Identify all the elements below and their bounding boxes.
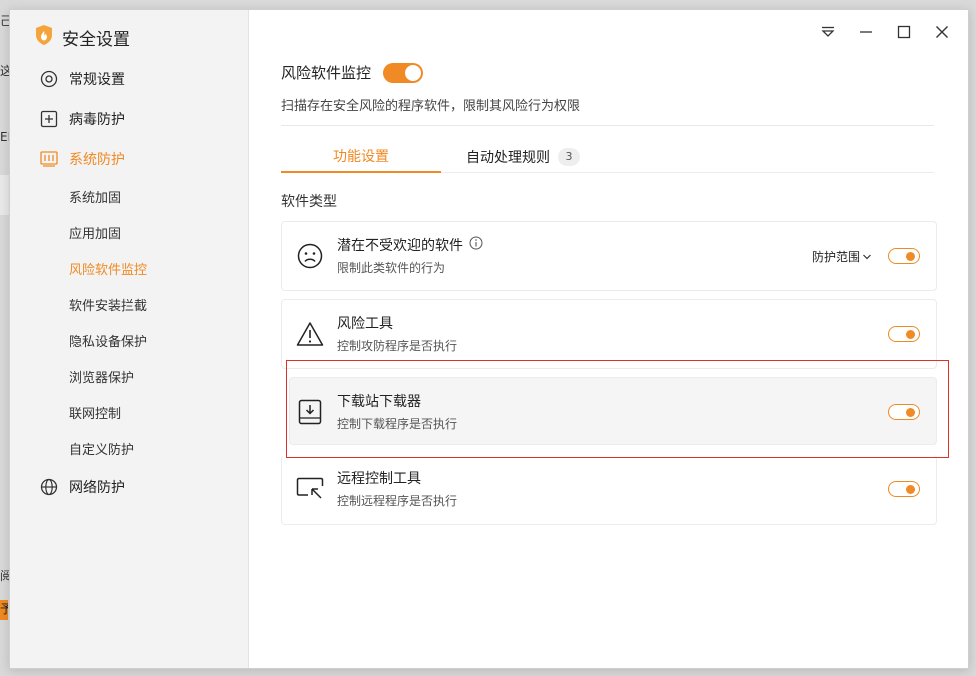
sidebar-item-network-protection[interactable]: 网络防护 (39, 472, 239, 502)
sidebar: 安全设置 常规设置 病毒防护 系统防护 系统加固 应用加固 风险软件监控 软件安… (10, 10, 249, 668)
divider (281, 125, 934, 126)
page-header: 风险软件监控 (281, 62, 424, 83)
sad-face-icon (296, 242, 324, 270)
tab-bar: 功能设置 自动处理规则 3 (281, 140, 934, 173)
protection-scope-dropdown[interactable]: 防护范围 (812, 248, 872, 265)
sidebar-subitem-custom-protect[interactable]: 自定义防护 (69, 434, 239, 462)
card-title: 风险工具 (337, 316, 393, 332)
sidebar-item-system-protection[interactable]: 系统防护 (39, 144, 239, 174)
sidebar-item-label: 常规设置 (69, 72, 125, 88)
globe-icon (39, 477, 59, 497)
risk-tools-toggle[interactable] (888, 326, 920, 342)
remote-control-toggle[interactable] (888, 481, 920, 497)
page-title: 风险软件监控 (281, 64, 372, 82)
sidebar-item-label: 网络防护 (69, 480, 125, 496)
card-description: 控制攻防程序是否执行 (337, 339, 458, 353)
card-title: 潜在不受欢迎的软件 (337, 235, 483, 255)
tab-auto-rules[interactable]: 自动处理规则 3 (453, 140, 593, 173)
highlight-annotation-box (286, 360, 949, 458)
sidebar-subitem-browser-protect[interactable]: 浏览器保护 (69, 362, 239, 390)
sidebar-subitem-risk-software-monitor[interactable]: 风险软件监控 (69, 254, 239, 282)
software-type-card: 远程控制工具 控制远程程序是否执行 (281, 455, 937, 525)
rules-count-badge: 3 (558, 147, 580, 166)
sidebar-subitem-system-hardening[interactable]: 系统加固 (69, 182, 239, 210)
sidebar-subitem-app-hardening[interactable]: 应用加固 (69, 218, 239, 246)
info-icon[interactable] (469, 236, 483, 254)
plus-square-icon (39, 109, 59, 129)
page-description: 扫描存在安全风险的程序软件，限制其风险行为权限 (281, 99, 581, 114)
main-panel: 风险软件监控 扫描存在安全风险的程序软件，限制其风险行为权限 功能设置 自动处理… (250, 10, 968, 668)
card-description: 控制远程程序是否执行 (337, 494, 458, 508)
background-strip (0, 175, 9, 215)
window-controls (820, 24, 950, 40)
software-type-card: 风险工具 控制攻防程序是否执行 (281, 299, 937, 369)
card-title: 远程控制工具 (337, 471, 421, 487)
gear-icon (39, 69, 59, 89)
tab-label: 功能设置 (333, 148, 389, 165)
system-protect-icon (39, 149, 59, 169)
maximize-icon[interactable] (896, 24, 912, 40)
sidebar-item-virus-protection[interactable]: 病毒防护 (39, 104, 239, 134)
sidebar-item-general[interactable]: 常规设置 (39, 64, 239, 94)
sidebar-subitem-install-block[interactable]: 软件安装拦截 (69, 290, 239, 318)
minimize-icon[interactable] (858, 24, 874, 40)
tab-feature-settings[interactable]: 功能设置 (281, 140, 441, 173)
warning-icon (296, 320, 324, 348)
window-title: 安全设置 (62, 29, 130, 50)
app-title: 安全设置 (34, 24, 130, 50)
sidebar-item-label: 病毒防护 (69, 112, 125, 128)
card-description: 限制此类软件的行为 (337, 261, 446, 275)
menu-dropdown-icon[interactable] (820, 24, 836, 40)
scope-label: 防护范围 (811, 250, 860, 264)
sidebar-subitem-network-control[interactable]: 联网控制 (69, 398, 239, 426)
tab-label: 自动处理规则 (466, 149, 550, 166)
software-type-card: 潜在不受欢迎的软件 限制此类软件的行为 防护范围 (281, 221, 937, 291)
shield-flame-logo-icon (34, 24, 54, 50)
card-title-text: 潜在不受欢迎的软件 (337, 238, 463, 254)
risk-monitor-master-toggle[interactable] (383, 62, 424, 83)
pua-toggle[interactable] (888, 248, 920, 264)
background-text: 予 (0, 600, 8, 620)
section-label: 软件类型 (281, 194, 337, 210)
sidebar-subitem-privacy-device[interactable]: 隐私设备保护 (69, 326, 239, 354)
chevron-down-icon (862, 250, 872, 264)
security-settings-window: 安全设置 常规设置 病毒防护 系统防护 系统加固 应用加固 风险软件监控 软件安… (9, 9, 969, 669)
sidebar-item-label: 系统防护 (69, 152, 125, 168)
close-icon[interactable] (934, 24, 950, 40)
remote-screen-icon (296, 475, 324, 503)
